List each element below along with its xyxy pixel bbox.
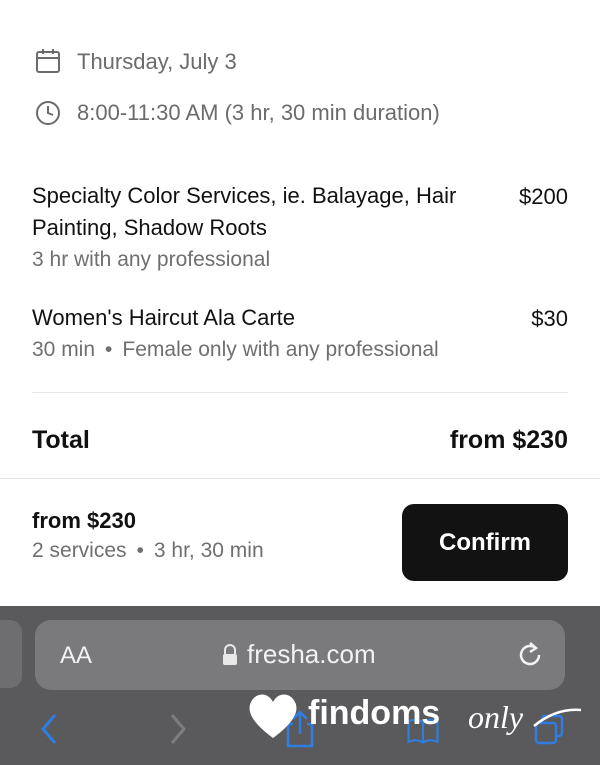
service-detail: 3 hr with any professional	[32, 248, 270, 272]
watermark-script-text: only	[468, 699, 524, 735]
url-text: fresha.com	[247, 639, 376, 669]
footer-divider	[0, 478, 600, 479]
booking-date: Thursday, July 3	[77, 49, 237, 74]
separator-dot: •	[105, 338, 113, 361]
service-detail: 30 min • Female only with any professional	[32, 338, 439, 362]
text-size-button[interactable]: AA	[60, 642, 92, 670]
back-chevron-icon[interactable]	[33, 708, 67, 750]
lock-icon	[223, 644, 237, 665]
forward-chevron-icon[interactable]	[160, 708, 194, 750]
watermark-text: findoms	[308, 694, 440, 732]
footer-price: from $230	[32, 508, 136, 533]
service-price: $30	[531, 306, 568, 331]
service-name: Women's Haircut Ala Carte	[32, 305, 296, 330]
clock-icon	[36, 101, 60, 125]
service-price: $200	[519, 184, 568, 209]
divider	[32, 392, 568, 393]
confirm-button[interactable]: Confirm	[402, 504, 568, 581]
separator-dot: •	[136, 539, 144, 562]
service-name: Specialty Color Services, ie. Balayage, …	[32, 183, 457, 240]
footer-summary: 2 services • 3 hr, 30 min	[32, 539, 264, 563]
total-value: from $230	[449, 426, 568, 454]
service-duration: 30 min	[32, 338, 96, 361]
service-note: Female only with any professional	[122, 338, 439, 361]
total-label: Total	[32, 426, 90, 454]
findomsonly-watermark: findoms only	[249, 694, 582, 738]
reload-icon[interactable]	[515, 640, 545, 670]
address-bar[interactable]: AA fresha.com	[35, 620, 565, 690]
total-duration: 3 hr, 30 min	[153, 539, 264, 562]
booking-time: 8:00-11:30 AM (3 hr, 30 min duration)	[77, 100, 440, 125]
services-count: 2 services	[32, 539, 127, 562]
previous-tab-preview[interactable]	[0, 620, 22, 688]
service-duration: 3 hr with any professional	[32, 248, 271, 271]
calendar-icon	[36, 49, 60, 73]
